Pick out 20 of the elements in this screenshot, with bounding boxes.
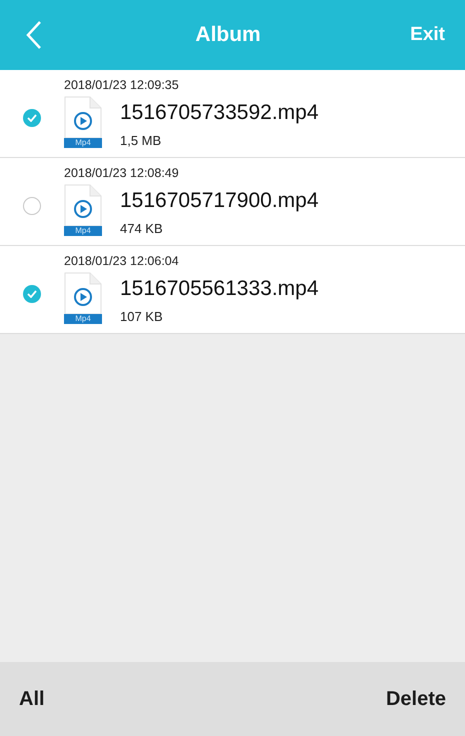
file-name: 1516705733592.mp4	[120, 101, 319, 125]
checkmark-icon	[27, 290, 37, 298]
checkmark-icon	[27, 114, 37, 122]
select-checkbox[interactable]	[23, 108, 41, 126]
file-size: 474 KB	[120, 221, 164, 236]
file-size: 1,5 MB	[120, 133, 162, 148]
select-checkbox[interactable]	[23, 196, 41, 214]
file-name: 1516705561333.mp4	[120, 277, 319, 301]
select-all-button[interactable]: All	[19, 688, 45, 710]
file-row[interactable]: 2018/01/23 12:09:35 Mp4 1516705733592.mp4 1,5 MB	[0, 70, 465, 158]
screen-title: Album	[195, 23, 261, 47]
file-size: 107 KB	[120, 309, 164, 324]
file-row[interactable]: 2018/01/23 12:08:49 Mp4 1516705717900.mp4 474 KB	[0, 158, 465, 246]
select-checkbox[interactable]	[23, 284, 41, 302]
file-name: 1516705717900.mp4	[120, 189, 319, 213]
file-date: 2018/01/23 12:08:49	[64, 166, 180, 180]
file-date: 2018/01/23 12:06:04	[64, 254, 180, 268]
file-date: 2018/01/23 12:09:35	[64, 78, 180, 92]
file-row[interactable]: 2018/01/23 12:06:04 Mp4 1516705561333.mp4 107 KB	[0, 246, 465, 334]
delete-button[interactable]: Delete	[386, 688, 446, 710]
